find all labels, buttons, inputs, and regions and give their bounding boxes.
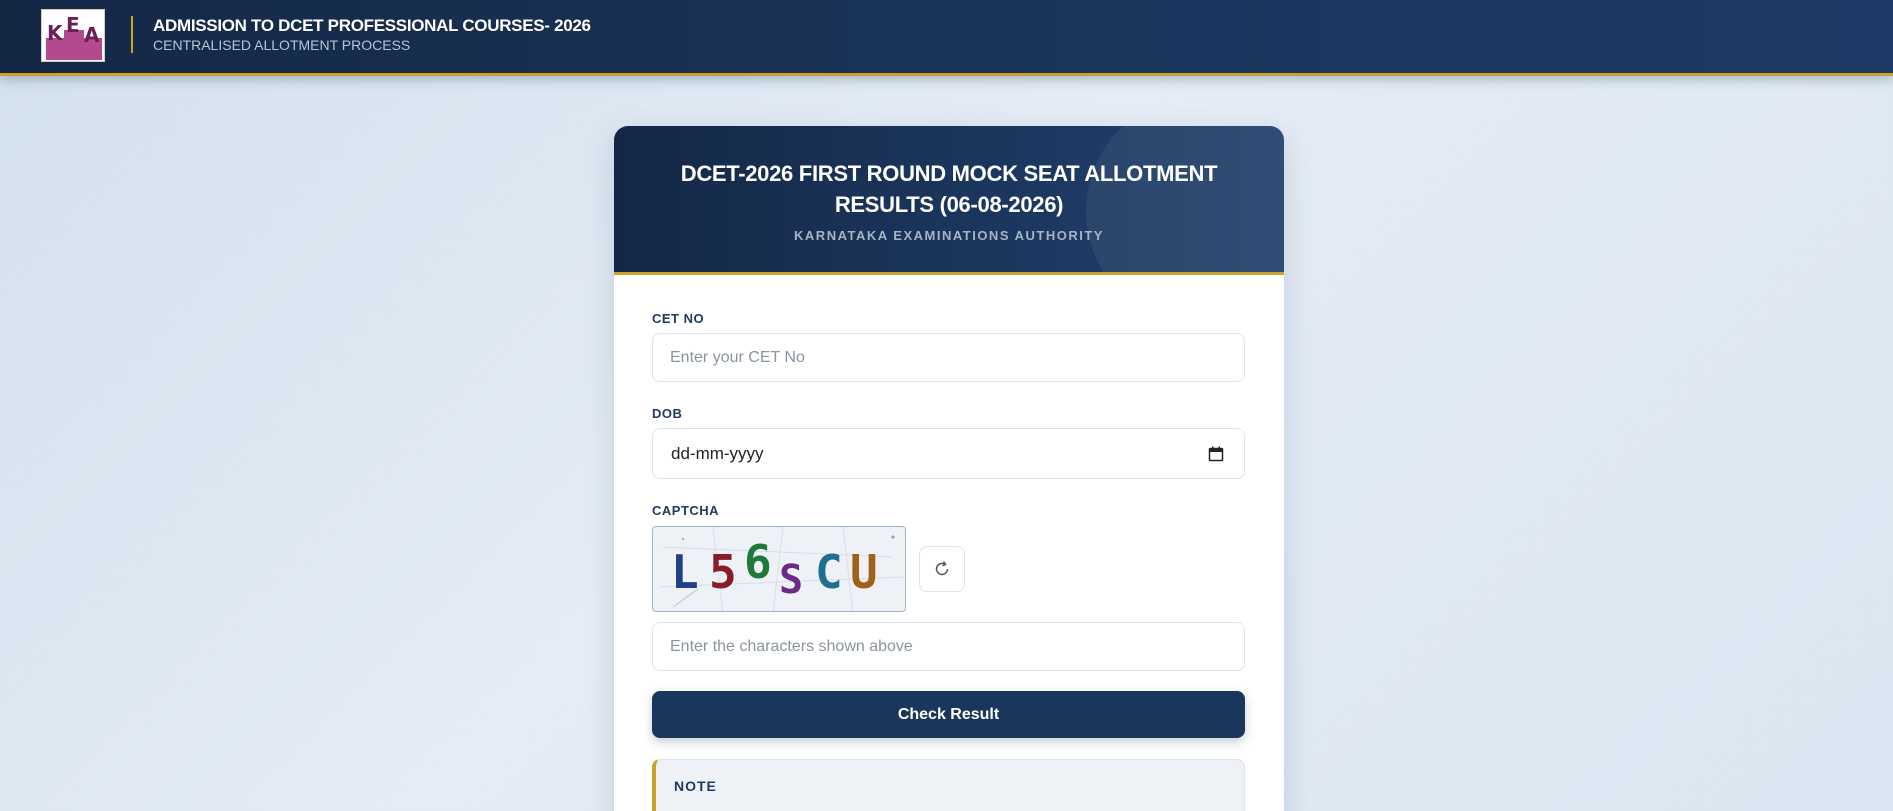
result-form-card: DCET-2026 FIRST ROUND MOCK SEAT ALLOTMEN… bbox=[614, 126, 1284, 811]
kea-logo-graphic: K E A bbox=[46, 13, 102, 60]
header-title: ADMISSION TO DCET PROFESSIONAL COURSES- … bbox=[153, 16, 591, 35]
cet-no-label: CET NO bbox=[652, 311, 705, 326]
captcha-char: 6 bbox=[744, 535, 772, 589]
refresh-icon[interactable] bbox=[933, 560, 951, 578]
captcha-label: CAPTCHA bbox=[652, 503, 720, 518]
captcha-char: C bbox=[815, 545, 843, 599]
calendar-icon[interactable] bbox=[1208, 446, 1224, 462]
captcha-char: 5 bbox=[709, 545, 737, 599]
svg-text:E: E bbox=[66, 13, 80, 37]
header-subtitle: CENTRALISED ALLOTMENT PROCESS bbox=[153, 37, 411, 53]
note-box: NOTE bbox=[652, 759, 1245, 811]
check-result-button[interactable]: Check Result bbox=[652, 691, 1245, 738]
kea-logo: K E A bbox=[41, 9, 105, 62]
card-subtitle: KARNATAKA EXAMINATIONS AUTHORITY bbox=[794, 228, 1104, 243]
dob-placeholder: dd-mm-yyyy bbox=[671, 444, 764, 463]
captcha-char: U bbox=[850, 545, 878, 599]
dob-date-input[interactable]: dd-mm-yyyy bbox=[652, 428, 1245, 479]
top-header-bar: K E A ADMISSION TO DCET PROFESSIONAL COU… bbox=[0, 0, 1893, 76]
captcha-input[interactable] bbox=[652, 622, 1245, 671]
svg-text:A: A bbox=[84, 23, 100, 47]
refresh-captcha-button[interactable] bbox=[919, 546, 965, 592]
card-header: DCET-2026 FIRST ROUND MOCK SEAT ALLOTMEN… bbox=[614, 126, 1284, 275]
svg-text:K: K bbox=[47, 21, 64, 45]
note-title: NOTE bbox=[674, 778, 717, 794]
captcha-char: L bbox=[671, 545, 699, 599]
card-title: DCET-2026 FIRST ROUND MOCK SEAT ALLOTMEN… bbox=[680, 161, 1218, 217]
captcha-char: S bbox=[779, 557, 804, 603]
dob-label: DOB bbox=[652, 406, 683, 421]
captcha-image: L 5 6 S C U bbox=[652, 526, 906, 612]
header-divider bbox=[131, 16, 133, 53]
cet-no-input[interactable] bbox=[652, 333, 1245, 382]
